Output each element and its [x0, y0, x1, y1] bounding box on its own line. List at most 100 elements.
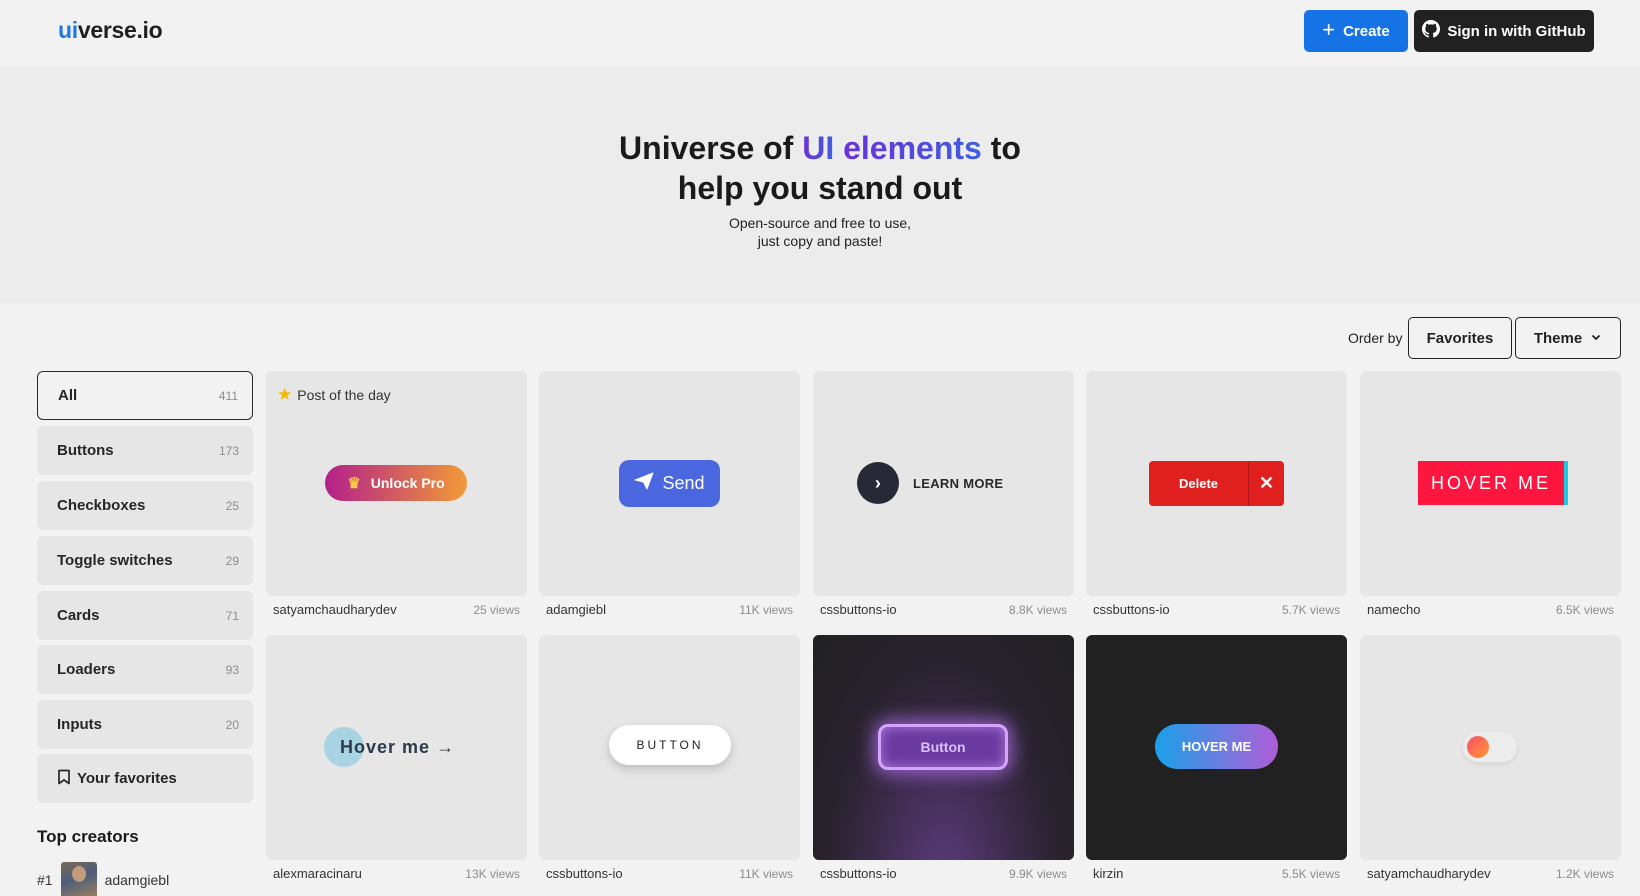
card-preview[interactable]: Delete ✕: [1086, 371, 1347, 596]
creator-rank: #1: [37, 872, 53, 888]
hero-title-elements: elements: [834, 130, 982, 166]
sign-in-github-button[interactable]: Sign in with GitHub: [1414, 10, 1594, 52]
preview-button-pill[interactable]: BUTTON: [609, 725, 731, 765]
hero-title-part1: Universe of: [619, 130, 803, 166]
card-views: 5.7K views: [1281, 602, 1340, 617]
sidebar-item-count: 411: [218, 388, 238, 403]
preview-label: LEARN MORE: [913, 475, 1004, 491]
paper-plane-icon: [634, 472, 654, 495]
card-author[interactable]: namecho: [1367, 602, 1420, 617]
card-preview[interactable]: HOVER ME: [1086, 635, 1347, 860]
sidebar-item-count: 29: [225, 553, 239, 568]
sidebar-item-inputs[interactable]: Inputs 20: [37, 700, 253, 749]
sidebar-item-count: 20: [225, 717, 239, 732]
card-preview[interactable]: [1360, 635, 1621, 860]
card-views: 1.2K views: [1555, 866, 1614, 881]
order-by-label: Order by: [1348, 330, 1403, 346]
preview-toggle-switch[interactable]: [1463, 732, 1517, 762]
order-favorites-button[interactable]: Favorites: [1408, 317, 1512, 359]
card-preview[interactable]: HOVER ME: [1360, 371, 1621, 596]
card-meta: kirzin 5.5K views: [1086, 860, 1347, 881]
sidebar-item-label: Toggle switches: [57, 552, 173, 569]
sidebar-item-loaders[interactable]: Loaders 93: [37, 645, 253, 694]
github-icon: [1422, 20, 1441, 42]
uiverse-logo[interactable]: uiverse.io: [58, 17, 163, 44]
card-author[interactable]: cssbuttons-io: [546, 866, 623, 881]
card-preview[interactable]: Hover me →: [266, 635, 527, 860]
element-card[interactable]: Button cssbuttons-io 9.9K views: [813, 635, 1074, 881]
sidebar-item-checkboxes[interactable]: Checkboxes 25: [37, 481, 253, 530]
theme-dropdown[interactable]: Theme: [1515, 317, 1621, 359]
hero-subtitle: Open-source and free to use, just copy a…: [0, 214, 1640, 250]
sidebar-favorites-label: Your favorites: [77, 770, 177, 787]
top-creator-item[interactable]: #1 adamgiebl: [37, 862, 169, 896]
card-preview[interactable]: Send: [539, 371, 800, 596]
card-meta: alexmaracinaru 13K views: [266, 860, 527, 881]
element-card[interactable]: Hover me → alexmaracinaru 13K views: [266, 635, 527, 881]
avatar: [60, 862, 97, 896]
card-author[interactable]: cssbuttons-io: [820, 602, 897, 617]
preview-unlock-pro-button[interactable]: ♛ Unlock Pro: [325, 465, 467, 501]
card-author[interactable]: adamgiebl: [546, 602, 606, 617]
element-card[interactable]: › LEARN MORE cssbuttons-io 8.8K views: [813, 371, 1074, 617]
creator-name: adamgiebl: [104, 872, 170, 888]
element-card[interactable]: HOVER ME kirzin 5.5K views: [1086, 635, 1347, 881]
card-author[interactable]: cssbuttons-io: [820, 866, 897, 881]
crown-icon: ♛: [347, 475, 361, 492]
sidebar-item-toggle-switches[interactable]: Toggle switches 29: [37, 536, 253, 585]
sidebar-item-your-favorites[interactable]: Your favorites: [37, 754, 253, 803]
sidebar-item-label: All: [58, 387, 78, 404]
card-meta: satyamchaudharydev 25 views: [266, 596, 527, 617]
preview-hover-me-arrow-button[interactable]: Hover me →: [324, 725, 470, 769]
create-button[interactable]: + Create: [1304, 10, 1408, 52]
close-icon: ✕: [1258, 473, 1275, 493]
card-preview[interactable]: ★ Post of the day ♛ Unlock Pro: [266, 371, 527, 596]
card-meta: cssbuttons-io 8.8K views: [813, 596, 1074, 617]
card-views: 6.5K views: [1555, 602, 1614, 617]
card-preview[interactable]: › LEARN MORE: [813, 371, 1074, 596]
element-card[interactable]: ★ Post of the day ♛ Unlock Pro satyamcha…: [266, 371, 527, 617]
top-header: uiverse.io + Create Sign in with GitHub: [0, 0, 1640, 66]
card-author[interactable]: alexmaracinaru: [273, 866, 362, 881]
preview-delete-button[interactable]: Delete ✕: [1149, 461, 1284, 506]
card-author[interactable]: satyamchaudharydev: [273, 602, 397, 617]
preview-label: Send: [662, 473, 705, 493]
element-card[interactable]: satyamchaudharydev 1.2K views: [1360, 635, 1621, 881]
chevron-right-icon: ›: [857, 462, 899, 504]
card-views: 9.9K views: [1008, 866, 1067, 881]
arrow-right-icon: →: [436, 736, 456, 757]
hero-title-part2: to: [981, 130, 1021, 166]
card-author[interactable]: cssbuttons-io: [1093, 602, 1170, 617]
preview-label: HOVER ME: [1181, 739, 1252, 754]
element-card[interactable]: HOVER ME namecho 6.5K views: [1360, 371, 1621, 617]
preview-learn-more-button[interactable]: › LEARN MORE: [857, 462, 1003, 504]
card-author[interactable]: kirzin: [1093, 866, 1123, 881]
preview-label: Unlock Pro: [370, 475, 445, 491]
element-card[interactable]: Delete ✕ cssbuttons-io 5.7K views: [1086, 371, 1347, 617]
element-card[interactable]: Send adamgiebl 11K views: [539, 371, 800, 617]
sidebar-item-count: 173: [218, 443, 239, 458]
theme-label: Theme: [1533, 329, 1583, 347]
element-card[interactable]: BUTTON cssbuttons-io 11K views: [539, 635, 800, 881]
logo-text: verse.io: [77, 17, 163, 43]
card-author[interactable]: satyamchaudharydev: [1367, 866, 1491, 881]
hero-title-ui: UI: [802, 130, 835, 166]
sidebar-item-label: Inputs: [57, 716, 102, 733]
hero-title: Universe of UI elements to help you stan…: [0, 128, 1640, 208]
preview-label: BUTTON: [636, 738, 704, 752]
card-views: 11K views: [739, 866, 793, 881]
preview-send-button[interactable]: Send: [619, 460, 720, 507]
preview-glow-button[interactable]: Button: [878, 724, 1008, 770]
hero-sub-line2: just copy and paste!: [757, 233, 883, 249]
sidebar-item-cards[interactable]: Cards 71: [37, 591, 253, 640]
sidebar-item-count: 25: [225, 498, 239, 513]
hero-sub-line1: Open-source and free to use,: [728, 215, 912, 231]
card-views: 8.8K views: [1008, 602, 1067, 617]
preview-label: Delete: [1178, 476, 1219, 491]
card-preview[interactable]: BUTTON: [539, 635, 800, 860]
card-preview[interactable]: Button: [813, 635, 1074, 860]
sidebar-item-buttons[interactable]: Buttons 173: [37, 426, 253, 475]
preview-gradient-hover-button[interactable]: HOVER ME: [1155, 724, 1278, 769]
sidebar-item-all[interactable]: All 411: [37, 371, 253, 420]
preview-hover-me-button[interactable]: HOVER ME: [1418, 461, 1564, 505]
